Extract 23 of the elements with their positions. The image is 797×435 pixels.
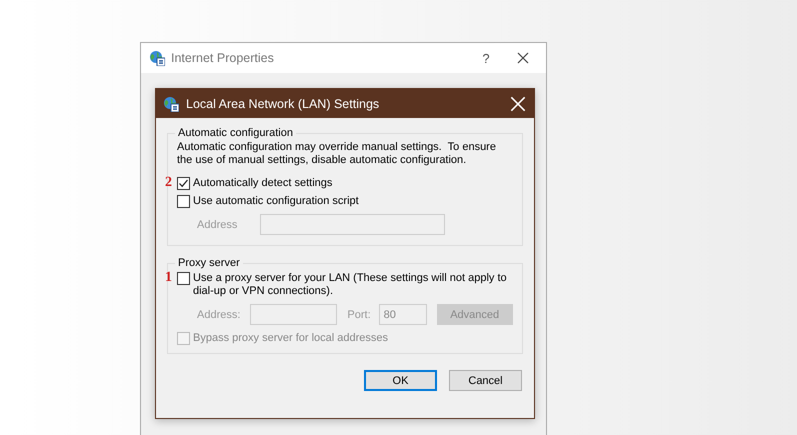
help-button[interactable]: ? [466,50,506,66]
checkbox-label: Use automatic configuration script [193,195,359,208]
dialog-button[interactable]: OK [364,370,437,391]
description-text: Automatic configuration may override manual settings. To ensure the use of manual settings, disable automatic configuration. [177,141,497,167]
field-label: Address [197,218,238,230]
checkbox-label: Use a proxy server for your LAN (These settings will not apply to dial-up or VPN connections). [193,272,508,298]
step-number: 2 [165,175,172,191]
globe-icon [149,50,165,66]
field-label: Address: [197,308,240,320]
checkbox[interactable] [177,195,190,208]
checkbox[interactable] [177,177,190,190]
group-title: Automatic configuration [177,127,294,139]
globe-icon [163,96,179,112]
checkbox[interactable] [177,272,190,285]
checkbox-label: Automatically detect settings [193,177,332,190]
close-icon[interactable] [517,52,529,64]
dialog-button[interactable]: Cancel [449,370,522,391]
dialog-title: Local Area Network (LAN) Settings [186,96,380,110]
window-title: Internet Properties [171,51,275,65]
checkbox-label: Bypass proxy server for local addresses [193,332,388,345]
group-title: Proxy server [177,257,241,269]
field-label: Port: [347,308,371,320]
step-number: 1 [165,270,172,286]
